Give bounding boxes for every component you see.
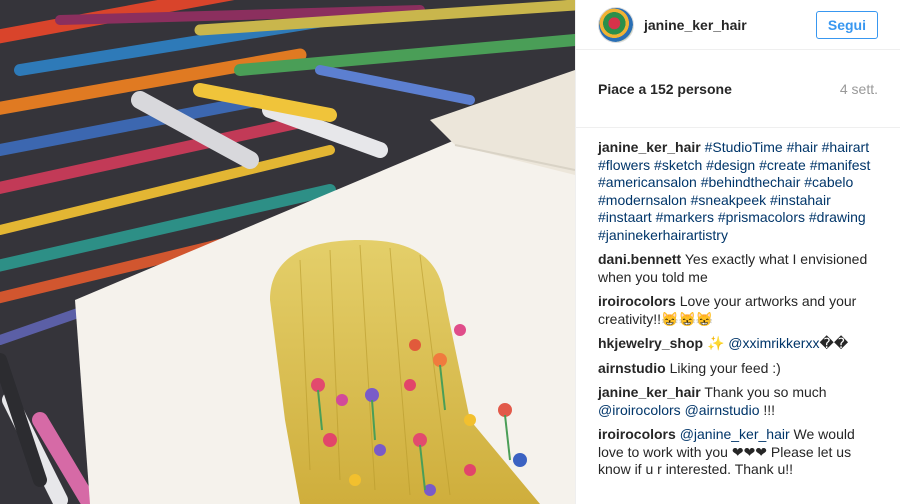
hashtag-link[interactable]: #sketch <box>654 157 702 173</box>
comment: iroirocolors @janine_ker_hair We would l… <box>598 426 878 479</box>
comment-text: !!! <box>759 401 776 418</box>
hashtag-link[interactable]: #StudioTime <box>705 139 783 155</box>
sparkle-icon: ✨ <box>706 335 725 351</box>
hashtag-link[interactable]: #sneakpeek <box>691 192 767 208</box>
comment-author[interactable]: janine_ker_hair <box>598 384 701 400</box>
comment: iroirocolors Love your artworks and your… <box>598 293 878 328</box>
comment-text: Thank you so much <box>704 384 827 400</box>
comment-author[interactable]: hkjewelry_shop <box>598 335 703 351</box>
comment-author[interactable]: airnstudio <box>598 360 666 376</box>
follow-button[interactable]: Segui <box>815 10 878 39</box>
mention-link[interactable]: @janine_ker_hair <box>680 426 790 442</box>
post-time[interactable]: 4 sett. <box>840 81 878 97</box>
likes-count[interactable]: Piace a 152 persone <box>598 81 732 97</box>
comment-text: Liking your feed :) <box>669 359 781 376</box>
mention-link[interactable]: @airnstudio <box>685 402 760 418</box>
hashtag-link[interactable]: #hair <box>787 139 818 155</box>
hashtag-link[interactable]: #flowers <box>598 157 650 173</box>
post-sidebar: janine_ker_hair Segui Piace a 152 person… <box>575 0 900 504</box>
hashtag-link[interactable]: #drawing <box>809 209 866 225</box>
hashtag-link[interactable]: #cabelo <box>804 174 853 190</box>
hashtag-link[interactable]: #manifest <box>810 157 871 173</box>
comments-list: janine_ker_hair #StudioTime #hair #haira… <box>576 128 900 479</box>
mention-link[interactable]: @iroirocolors <box>598 402 681 418</box>
hashtag-link[interactable]: #hairart <box>822 139 869 155</box>
hashtag-link[interactable]: #instaart <box>598 209 652 225</box>
hashtag-link[interactable]: #behindthechair <box>701 174 801 190</box>
likes-row: Piace a 152 persone 4 sett. <box>576 50 900 128</box>
hashtag-link[interactable]: #instahair <box>770 192 831 208</box>
comment: dani.bennett Yes exactly what I envision… <box>598 251 878 286</box>
hashtag-link[interactable]: #americansalon <box>598 174 697 190</box>
sketch-photo-illustration <box>0 0 575 504</box>
post-username[interactable]: janine_ker_hair <box>644 17 816 33</box>
post-header: janine_ker_hair Segui <box>576 0 900 50</box>
comment: janine_ker_hair Thank you so much @iroir… <box>598 384 878 419</box>
hashtag-link[interactable]: #prismacolors <box>718 209 805 225</box>
comment: hkjewelry_shop ✨ @xximrikkerxx�� <box>598 335 878 353</box>
caption: janine_ker_hair #StudioTime #hair #haira… <box>598 139 878 244</box>
comment-author[interactable]: janine_ker_hair <box>598 139 701 155</box>
hashtag-link[interactable]: #design <box>706 157 755 173</box>
post-photo[interactable] <box>0 0 575 504</box>
comment-author[interactable]: iroirocolors <box>598 293 676 309</box>
comment-author[interactable]: iroirocolors <box>598 426 676 442</box>
hashtag-link[interactable]: #janinekerhairartistry <box>598 227 728 243</box>
comment-text: �� <box>819 335 849 351</box>
avatar[interactable] <box>598 6 634 43</box>
comment: airnstudio Liking your feed :) <box>598 360 878 378</box>
hashtag-link[interactable]: #create <box>759 157 806 173</box>
comment-author[interactable]: dani.bennett <box>598 251 681 267</box>
mention-link[interactable]: @xximrikkerxx <box>728 335 819 351</box>
post-window: janine_ker_hair Segui Piace a 152 person… <box>0 0 900 504</box>
hashtag-link[interactable]: #markers <box>656 209 714 225</box>
hashtag-link[interactable]: #modernsalon <box>598 192 687 208</box>
